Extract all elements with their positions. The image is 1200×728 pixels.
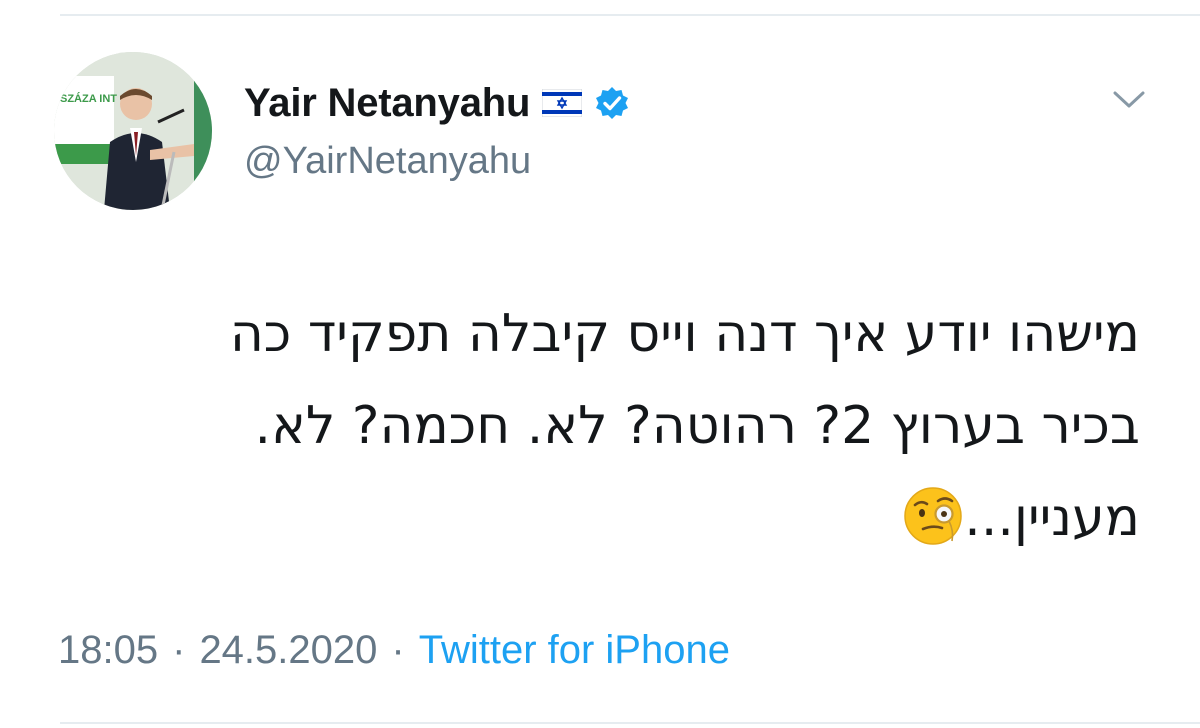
tweet-text: מישהו יודע איך דנה וייס קיבלה תפקיד כה ב…: [60, 288, 1140, 564]
tweet-time[interactable]: 18:05: [58, 628, 158, 672]
meta-separator: ·: [172, 628, 186, 672]
israel-flag-icon: [542, 89, 583, 117]
verified-badge-icon: [594, 85, 630, 121]
tweet-line-3-text: מעניין...: [964, 488, 1140, 548]
face-with-monocle-icon: [902, 484, 964, 546]
bottom-divider: [60, 722, 1200, 724]
author-handle[interactable]: @YairNetanyahu: [244, 140, 531, 183]
avatar-photo: SZÁZA INT: [54, 52, 212, 210]
tweet-line-3: מעניין...: [60, 472, 1140, 564]
avatar-sign-text: SZÁZA INT: [60, 92, 117, 105]
tweet-date[interactable]: 24.5.2020: [199, 628, 377, 672]
tweet-line-1: מישהו יודע איך דנה וייס קיבלה תפקיד כה: [229, 304, 1140, 364]
author-name-row: Yair Netanyahu: [244, 78, 630, 128]
meta-separator-2: ·: [391, 628, 405, 672]
tweet-source-link[interactable]: Twitter for iPhone: [419, 628, 730, 672]
avatar[interactable]: SZÁZA INT: [54, 52, 212, 210]
chevron-down-icon[interactable]: [1112, 88, 1146, 112]
tweet-meta: 18:05 · 24.5.2020 · Twitter for iPhone: [58, 628, 730, 673]
top-divider: [60, 14, 1200, 16]
author-display-name[interactable]: Yair Netanyahu: [244, 81, 530, 126]
tweet-line-2: בכיר בערוץ 2? רהוטה? לא. חכמה? לא.: [254, 396, 1140, 456]
